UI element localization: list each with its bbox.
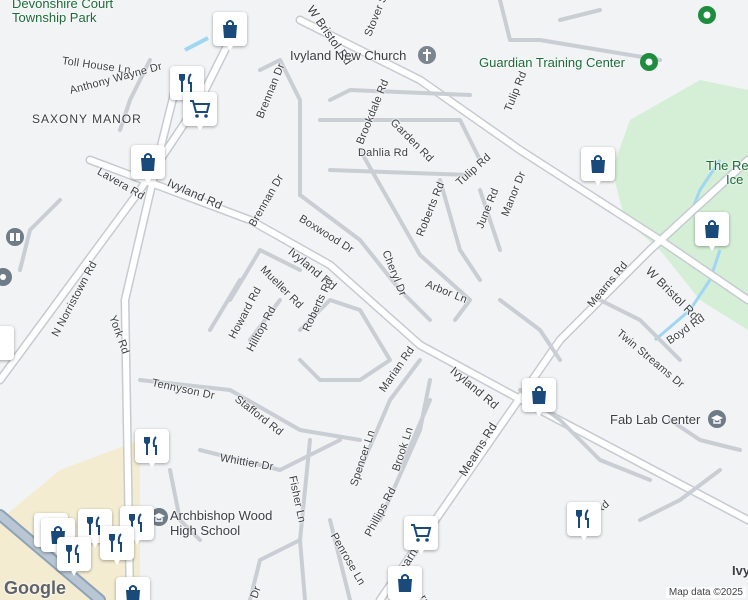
restaurant-icon bbox=[109, 533, 122, 552]
restaurant-marker[interactable] bbox=[100, 526, 134, 566]
shopping-bag-marker[interactable] bbox=[0, 326, 14, 366]
neighborhood-label: SAXONY MANOR bbox=[32, 112, 142, 126]
map-attribution[interactable]: Map data ©2025 bbox=[665, 587, 746, 598]
place-label[interactable]: The Re bbox=[706, 158, 748, 173]
place-label[interactable]: Archbishop Wood bbox=[170, 508, 272, 523]
shopping-bag-icon bbox=[705, 220, 719, 238]
restaurant-icon bbox=[144, 436, 157, 455]
street-label: Dahlia Rd bbox=[358, 147, 409, 159]
place-label[interactable]: Ivy bbox=[732, 563, 748, 578]
shopping-bag-marker[interactable] bbox=[213, 12, 247, 52]
shopping-cart-marker[interactable] bbox=[183, 92, 217, 132]
map-canvas[interactable]: Toll House Ln Anthony Wayne Dr Lavera Rd… bbox=[0, 0, 748, 600]
shopping-bag-marker[interactable] bbox=[131, 145, 165, 185]
place-icon[interactable] bbox=[0, 268, 12, 286]
place-label[interactable]: Ice bbox=[726, 172, 743, 187]
school-icon[interactable] bbox=[708, 410, 726, 428]
shopping-bag-icon bbox=[591, 155, 605, 173]
library-icon[interactable] bbox=[6, 228, 24, 246]
place-label[interactable]: Fab Lab Center bbox=[610, 412, 700, 427]
shopping-bag-icon bbox=[398, 574, 412, 592]
shopping-bag-icon bbox=[223, 20, 237, 38]
place-icon[interactable] bbox=[698, 6, 716, 24]
shopping-cart-marker[interactable] bbox=[404, 516, 438, 556]
shopping-cart-icon bbox=[411, 524, 432, 542]
place-label[interactable]: Guardian Training Center bbox=[479, 55, 625, 70]
place-label[interactable]: Township Park bbox=[12, 10, 97, 25]
restaurant-icon bbox=[66, 544, 79, 563]
restaurant-icon bbox=[576, 509, 589, 528]
shopping-cart-icon bbox=[190, 100, 211, 118]
shopping-bag-icon bbox=[126, 585, 140, 600]
shopping-bag-marker[interactable] bbox=[522, 378, 556, 418]
restaurant-marker[interactable] bbox=[57, 537, 91, 577]
restaurant-marker[interactable] bbox=[567, 502, 601, 542]
place-icon[interactable] bbox=[640, 53, 658, 71]
shopping-bag-marker[interactable] bbox=[581, 147, 615, 187]
shopping-bag-icon bbox=[532, 386, 546, 404]
shopping-bag-marker[interactable] bbox=[116, 577, 150, 600]
place-label: High School bbox=[170, 523, 241, 538]
restaurant-marker[interactable] bbox=[135, 429, 169, 469]
church-icon[interactable] bbox=[418, 46, 436, 64]
shopping-bag-icon bbox=[141, 153, 155, 171]
shopping-bag-marker[interactable] bbox=[695, 212, 729, 252]
shopping-bag-marker[interactable] bbox=[388, 566, 422, 600]
google-logo: Google bbox=[4, 578, 66, 598]
stream bbox=[184, 36, 209, 52]
place-label[interactable]: Ivyland New Church bbox=[290, 48, 406, 63]
